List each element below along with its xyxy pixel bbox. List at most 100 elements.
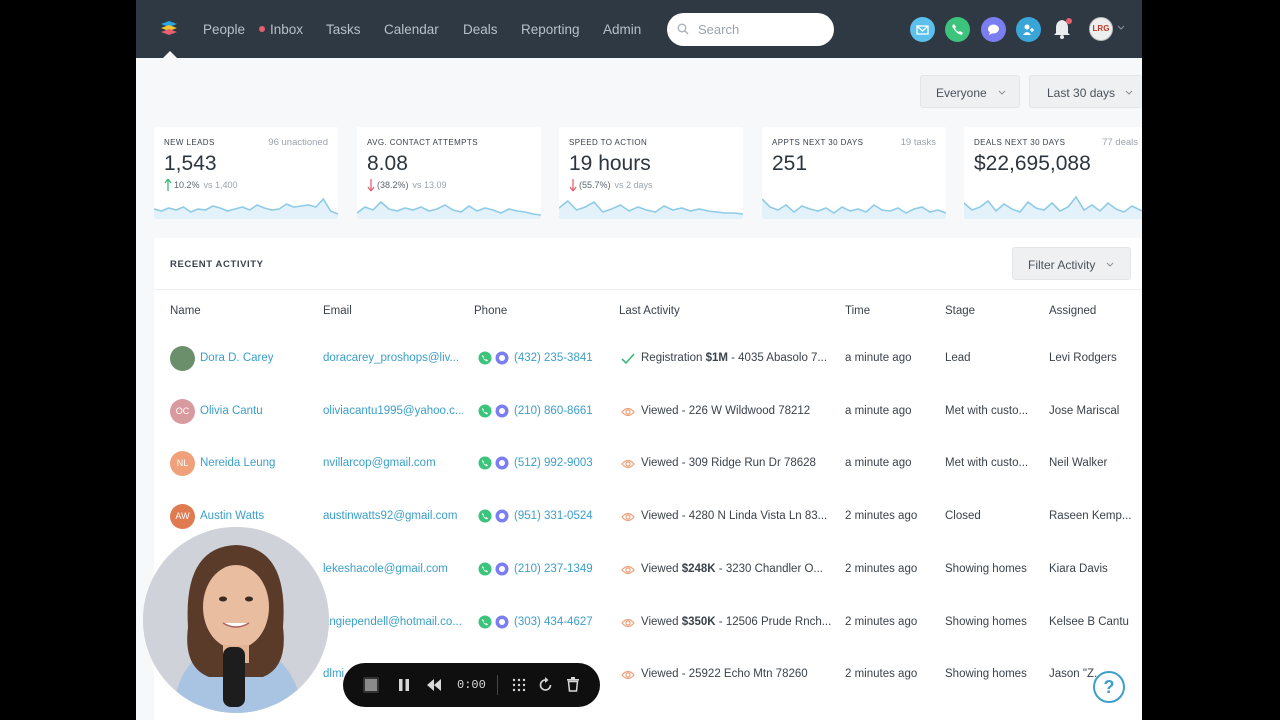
metric-subtext: 96 unactioned — [268, 137, 328, 148]
trash-icon[interactable] — [566, 677, 580, 692]
contact-email-link[interactable]: doracarey_proshops@liv... — [323, 332, 463, 385]
contact-phone-link[interactable]: (512) 992-9003 — [514, 437, 609, 490]
date-range-dropdown[interactable]: Last 30 days — [1029, 75, 1142, 108]
nav-reporting[interactable]: Reporting — [521, 22, 580, 37]
restart-icon[interactable] — [539, 677, 553, 692]
metric-subtext: 19 tasks — [900, 137, 936, 148]
contact-phone-link[interactable]: (432) 235-3841 — [514, 332, 609, 385]
call-button[interactable] — [945, 17, 970, 42]
recent-activity-title: RECENT ACTIVITY — [170, 259, 264, 270]
help-button[interactable]: ? — [1093, 671, 1125, 703]
contact-avatar[interactable]: OC — [170, 398, 195, 424]
contact-email-link[interactable]: austinwatts92@gmail.com — [323, 490, 463, 543]
activity-suffix: - 4035 Abasolo 7... — [727, 352, 828, 364]
call-text-icons[interactable] — [478, 615, 510, 629]
contact-phone-link[interactable]: (210) 237-1349 — [514, 543, 609, 596]
activity-suffix: - 12506 Prude Rnch... — [715, 615, 832, 628]
activity-price: $248K — [681, 562, 716, 575]
stop-recording-icon[interactable] — [361, 675, 381, 695]
grid-dots-icon[interactable] — [512, 678, 526, 692]
email-button[interactable] — [910, 17, 935, 42]
activity-prefix: Viewed — [641, 615, 682, 628]
nav-calendar[interactable]: Calendar — [384, 22, 439, 37]
contact-email-link[interactable]: nvillarcop@gmail.com — [323, 437, 463, 490]
call-text-icons[interactable] — [478, 562, 510, 576]
chat-icon — [988, 24, 999, 35]
unread-dot-icon — [259, 26, 265, 32]
contact-phone-link[interactable]: (951) 331-0524 — [514, 490, 609, 543]
activity-prefix: Viewed - 25922 Echo Mtn 78260 — [641, 668, 808, 681]
table-row[interactable]: AW Austin Watts austinwatts92@gmail.com (95… — [154, 490, 1142, 543]
contact-phone-link[interactable]: (210) 860-8661 — [514, 385, 609, 438]
metric-title: APPTS NEXT 30 DAYS — [772, 138, 864, 147]
table-row[interactable]: OC Olivia Cantu oliviacantu1995@yahoo.c...… — [154, 385, 1142, 438]
table-row[interactable]: Dora D. Carey doracarey_proshops@liv... (4… — [154, 332, 1142, 385]
activity-time: a minute ago — [845, 457, 912, 470]
contact-name-link[interactable]: Dora D. Carey — [200, 332, 318, 385]
add-contact-button[interactable] — [1016, 17, 1041, 42]
call-text-icons[interactable] — [478, 351, 510, 365]
column-header-stage[interactable]: Stage — [945, 305, 975, 317]
contact-stage: Lead — [945, 352, 971, 364]
audience-filter-dropdown[interactable]: Everyone — [920, 75, 1020, 108]
metric-card[interactable]: APPTS NEXT 30 DAYS 19 tasks 251 — [762, 127, 946, 219]
contact-email-link[interactable]: angiependell@hotmail.co... — [323, 596, 463, 649]
column-header-assigned[interactable]: Assigned — [1049, 305, 1096, 317]
metric-value: 251 — [772, 152, 808, 175]
eye-icon — [621, 565, 635, 574]
contact-stage: Met with custo... — [945, 457, 1029, 470]
active-nav-indicator — [163, 51, 177, 58]
last-activity-text: Viewed - 226 W Wildwood 78212 — [641, 385, 833, 438]
column-header-time[interactable]: Time — [845, 305, 870, 317]
contact-email-link[interactable]: lekeshacole@gmail.com — [323, 543, 463, 596]
nav-tasks[interactable]: Tasks — [326, 22, 361, 37]
activity-prefix: Registration — [641, 352, 706, 364]
contact-avatar[interactable]: AW — [170, 504, 195, 530]
sparkline-chart — [559, 199, 743, 219]
top-navigation-bar: People Inbox Tasks Calendar Deals Report… — [136, 0, 1142, 58]
rewind-icon[interactable] — [426, 678, 442, 692]
table-row[interactable]: NL Nereida Leung nvillarcop@gmail.com (512)… — [154, 437, 1142, 490]
contact-email-link[interactable]: oliviacantu1995@yahoo.c... — [323, 385, 463, 438]
contact-name-link[interactable]: Nereida Leung — [200, 437, 318, 490]
call-text-icons[interactable] — [478, 404, 510, 418]
text-message-button[interactable] — [981, 17, 1006, 42]
audience-filter-value: Everyone — [936, 86, 987, 100]
user-avatar[interactable]: LRG — [1089, 17, 1113, 41]
activity-time: 2 minutes ago — [845, 510, 918, 523]
metric-card[interactable]: SPEED TO ACTION 19 hours (55.7%) vs 2 days — [559, 127, 743, 219]
webcam-overlay[interactable] — [143, 527, 329, 713]
metric-title: NEW LEADS — [164, 138, 215, 147]
pause-icon[interactable] — [398, 678, 410, 692]
filter-activity-dropdown[interactable]: Filter Activity — [1012, 247, 1131, 280]
column-header-last-activity[interactable]: Last Activity — [619, 305, 680, 317]
eye-icon — [621, 671, 635, 680]
phone-icon — [952, 24, 963, 35]
eye-icon — [621, 618, 635, 627]
metric-card[interactable]: NEW LEADS 96 unactioned 1,543 10.2% vs 1,400 — [154, 127, 338, 219]
column-header-phone[interactable]: Phone — [474, 305, 507, 317]
contact-phone-link[interactable]: (303) 434-4627 — [514, 596, 609, 649]
contact-name-link[interactable]: Olivia Cantu — [200, 385, 318, 438]
call-text-icons[interactable] — [478, 456, 510, 470]
column-header-email[interactable]: Email — [323, 305, 352, 317]
activity-time: 2 minutes ago — [845, 615, 918, 628]
nav-inbox[interactable]: Inbox — [259, 22, 303, 37]
nav-admin[interactable]: Admin — [603, 22, 641, 37]
sparkline-area — [559, 201, 743, 219]
contact-avatar[interactable] — [170, 346, 195, 371]
search-input[interactable]: Search — [667, 13, 834, 46]
check-icon — [621, 353, 635, 365]
contact-avatar[interactable]: NL — [170, 451, 195, 477]
recording-timer: 0:00 — [457, 678, 486, 692]
metric-card[interactable]: DEALS NEXT 30 DAYS 77 deals $22,695,088 — [964, 127, 1142, 219]
column-header-name[interactable]: Name — [170, 305, 201, 317]
metric-value: 1,543 — [164, 152, 217, 175]
metric-card[interactable]: AVG. CONTACT ATTEMPTS 8.08 (38.2%) vs 13.09 — [357, 127, 541, 219]
logo-icon[interactable] — [160, 20, 178, 38]
nav-inbox-label: Inbox — [270, 22, 304, 37]
chevron-down-icon[interactable] — [1117, 24, 1125, 32]
call-text-icons[interactable] — [478, 509, 510, 523]
nav-deals[interactable]: Deals — [463, 22, 498, 37]
nav-people[interactable]: People — [203, 22, 245, 37]
